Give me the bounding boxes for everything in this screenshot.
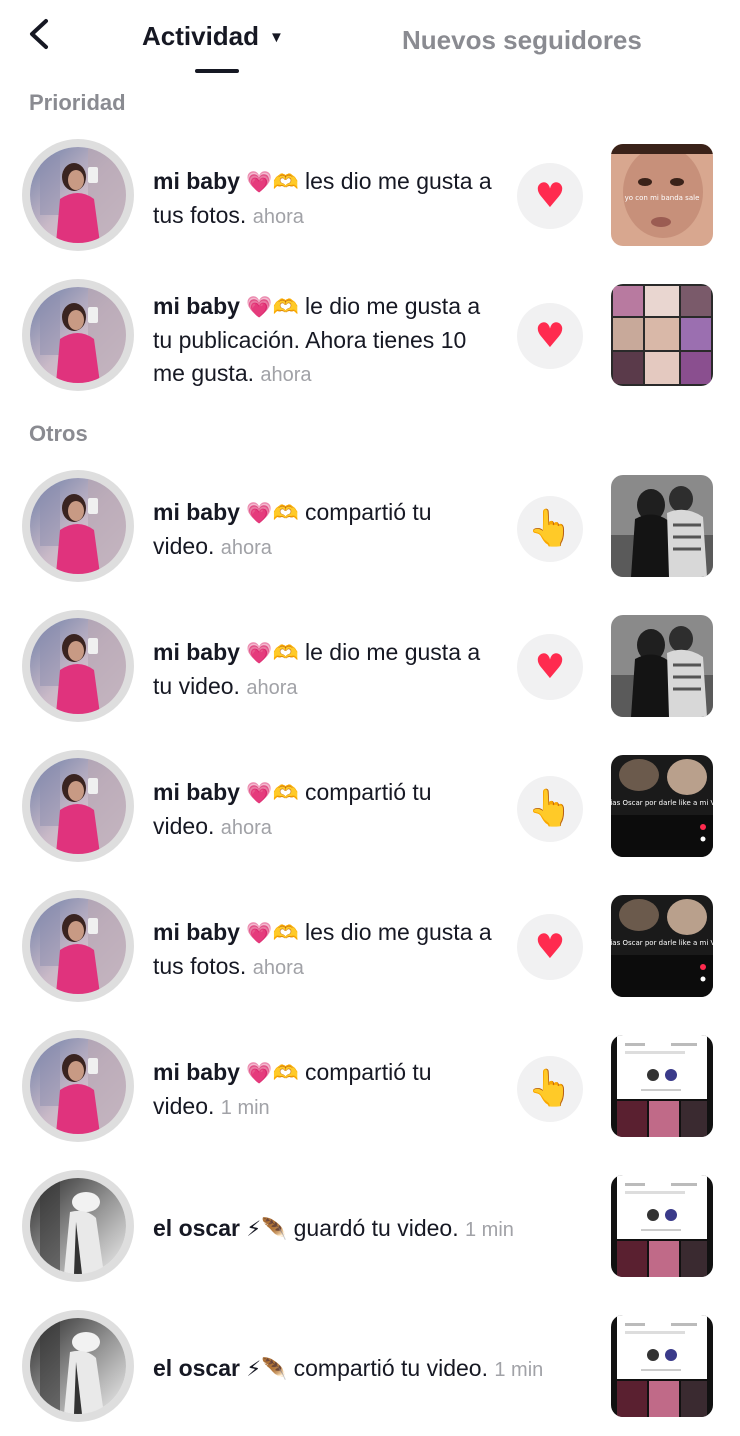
username-emoji: 💗🫶 [246,781,299,805]
post-thumbnail[interactable] [611,1315,713,1417]
post-thumbnail[interactable]: Gracias Oscar por darle like a mi Video [611,755,713,857]
notification-action: compartió tu video. [293,1355,488,1381]
notification-text: mi baby 💗🫶 compartió tu video. 1 min [153,1056,498,1125]
top-bar: Actividad ▼ Nuevos seguidores [0,0,740,80]
svg-text:Gracias Oscar por darle like a: Gracias Oscar por darle like a mi Video [611,939,713,947]
avatar[interactable] [22,1170,134,1282]
tab-new-followers[interactable]: Nuevos seguidores [402,20,642,60]
username[interactable]: mi baby [153,779,240,805]
username-emoji: 💗🫶 [246,921,299,945]
notification-text: el oscar ⚡🪶 compartió tu video. 1 min [153,1352,593,1387]
timestamp: ahora [246,677,298,699]
username-emoji: 💗🫶 [246,501,299,525]
notification-text: mi baby 💗🫶 le dio me gusta a tu publicac… [153,290,498,392]
notification-row[interactable]: el oscar ⚡🪶 compartió tu video. 1 min [0,1300,740,1436]
reply-button[interactable]: 👆 [517,1056,583,1122]
notification-row[interactable]: mi baby 💗🫶 compartió tu video. ahora 👆 G… [0,740,740,880]
notification-text: mi baby 💗🫶 les dio me gusta a tus fotos.… [153,916,498,985]
pointing-hand-icon: 👆 [527,1068,573,1109]
username[interactable]: mi baby [153,168,240,194]
chevron-left-icon [30,19,48,49]
avatar[interactable] [22,610,134,722]
caret-down-icon: ▼ [269,28,284,46]
username[interactable]: el oscar [153,1215,240,1241]
like-back-button[interactable]: ♥ [517,163,583,229]
thumb-caption-line: Gracias Oscar por darle like a mi Video [611,939,713,947]
avatar[interactable] [22,470,134,582]
timestamp: 1 min [464,1219,514,1241]
username[interactable]: mi baby [153,639,240,665]
heart-icon: ♥ [534,316,566,356]
pointing-hand-icon: 👆 [527,788,573,829]
username-emoji: 💗🫶 [246,1061,299,1085]
post-thumbnail[interactable]: yo con mi banda sale [611,144,713,246]
notification-row[interactable]: el oscar ⚡🪶 guardó tu video. 1 min [0,1160,740,1300]
notification-row[interactable]: mi baby 💗🫶 compartió tu video. ahora 👆 [0,460,740,600]
notification-row[interactable]: mi baby 💗🫶 compartió tu video. 1 min 👆 [0,1020,740,1160]
username-emoji: 💗🫶 [246,170,299,194]
heart-icon: ♥ [534,927,566,967]
username-emoji: 💗🫶 [246,641,299,665]
tab-new-followers-label: Nuevos seguidores [402,24,642,55]
avatar[interactable] [22,1030,134,1142]
notification-text: mi baby 💗🫶 compartió tu video. ahora [153,776,498,845]
username-emoji: ⚡🪶 [246,1357,288,1381]
avatar[interactable] [22,279,134,391]
timestamp: ahora [220,817,272,839]
username-emoji: 💗🫶 [246,295,299,319]
tab-activity-label: Actividad [142,20,260,51]
section-title-priority: Prioridad [29,90,126,115]
avatar[interactable] [22,1310,134,1422]
like-back-button[interactable]: ♥ [517,914,583,980]
pointing-hand-icon: 👆 [527,508,573,549]
heart-icon: ♥ [534,647,566,687]
timestamp: ahora [260,364,312,386]
heart-icon: ♥ [534,176,566,216]
notification-row[interactable]: mi baby 💗🫶 le dio me gusta a tu video. a… [0,600,740,740]
notification-text: mi baby 💗🫶 les dio me gusta a tus fotos.… [153,165,498,234]
post-thumbnail[interactable] [611,475,713,577]
notification-text: mi baby 💗🫶 le dio me gusta a tu video. a… [153,636,498,705]
post-thumbnail[interactable]: Gracias Oscar por darle like a mi Video [611,895,713,997]
notification-text: mi baby 💗🫶 compartió tu video. ahora [153,496,498,565]
username[interactable]: mi baby [153,1059,240,1085]
timestamp: ahora [220,537,272,559]
avatar[interactable] [22,890,134,1002]
timestamp: 1 min [220,1097,270,1119]
notification-action: guardó tu video. [293,1215,459,1241]
post-thumbnail[interactable] [611,1035,713,1137]
reply-button[interactable]: 👆 [517,776,583,842]
active-tab-indicator [195,69,239,73]
username[interactable]: mi baby [153,499,240,525]
avatar[interactable] [22,750,134,862]
post-thumbnail[interactable] [611,1175,713,1277]
post-thumbnail[interactable] [611,284,713,386]
back-button[interactable] [22,16,58,52]
username-emoji: ⚡🪶 [246,1217,288,1241]
avatar[interactable] [22,139,134,251]
timestamp: ahora [252,206,304,228]
timestamp: 1 min [494,1359,544,1381]
timestamp: ahora [252,957,304,979]
notification-row[interactable]: mi baby 💗🫶 le dio me gusta a tu publicac… [0,269,740,409]
username[interactable]: mi baby [153,293,240,319]
post-thumbnail[interactable] [611,615,713,717]
notification-row[interactable]: mi baby 💗🫶 les dio me gusta a tus fotos.… [0,880,740,1020]
notification-text: el oscar ⚡🪶 guardó tu video. 1 min [153,1212,593,1247]
username[interactable]: el oscar [153,1355,240,1381]
thumb-caption-line: Gracias Oscar por darle like a mi Video [611,799,713,807]
reply-button[interactable]: 👆 [517,496,583,562]
svg-text:Gracias Oscar por darle like a: Gracias Oscar por darle like a mi Video [611,799,713,807]
thumb-caption: yo con mi banda sale [625,194,700,202]
like-back-button[interactable]: ♥ [517,634,583,700]
like-back-button[interactable]: ♥ [517,303,583,369]
tab-activity[interactable]: Actividad ▼ [142,16,284,56]
username[interactable]: mi baby [153,919,240,945]
section-title-others: Otros [29,421,88,446]
notification-row[interactable]: mi baby 💗🫶 les dio me gusta a tus fotos.… [0,129,740,269]
